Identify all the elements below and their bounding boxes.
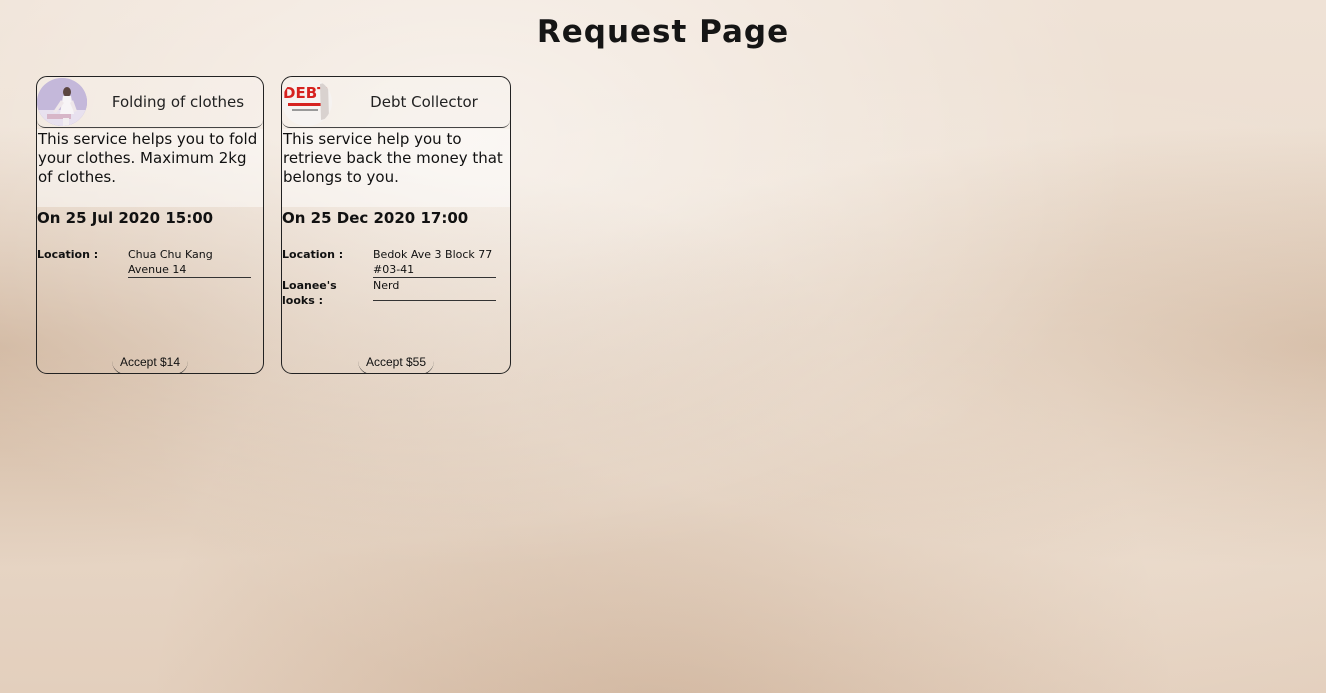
- service-name: Folding of clothes: [111, 93, 245, 111]
- service-name: Debt Collector: [370, 93, 478, 111]
- request-date: On 25 Jul 2020 15:00: [37, 209, 214, 227]
- location-label: Location :: [37, 248, 99, 261]
- service-description: This service helps you to fold your clot…: [37, 129, 263, 207]
- accept-button[interactable]: Accept $14: [112, 347, 188, 373]
- request-card: Folding of clothes This service helps yo…: [36, 76, 264, 374]
- card-header: DEBT Debt Collector: [282, 77, 510, 128]
- folding-clothes-avatar-icon: [37, 78, 87, 126]
- debt-collector-avatar-icon: DEBT: [282, 78, 332, 126]
- service-description: This service help you to retrieve back t…: [282, 129, 510, 207]
- request-date: On 25 Dec 2020 17:00: [282, 209, 469, 227]
- loanee-looks-label: Loanee's looks :: [282, 279, 337, 307]
- loanee-looks-value: Nerd: [373, 278, 496, 301]
- debt-collector-logo-icon: DEBT: [282, 78, 332, 126]
- card-header: Folding of clothes: [37, 77, 263, 128]
- request-card: DEBT Debt Collector This service help yo…: [281, 76, 511, 374]
- accept-button[interactable]: Accept $55: [358, 347, 434, 373]
- location-value: Bedok Ave 3 Block 77 #03-41: [373, 247, 496, 278]
- location-value: Chua Chu Kang Avenue 14: [128, 247, 251, 278]
- woman-folding-clothes-icon: [37, 78, 87, 126]
- page-title: Request Page: [536, 14, 790, 50]
- location-label: Location :: [282, 248, 344, 261]
